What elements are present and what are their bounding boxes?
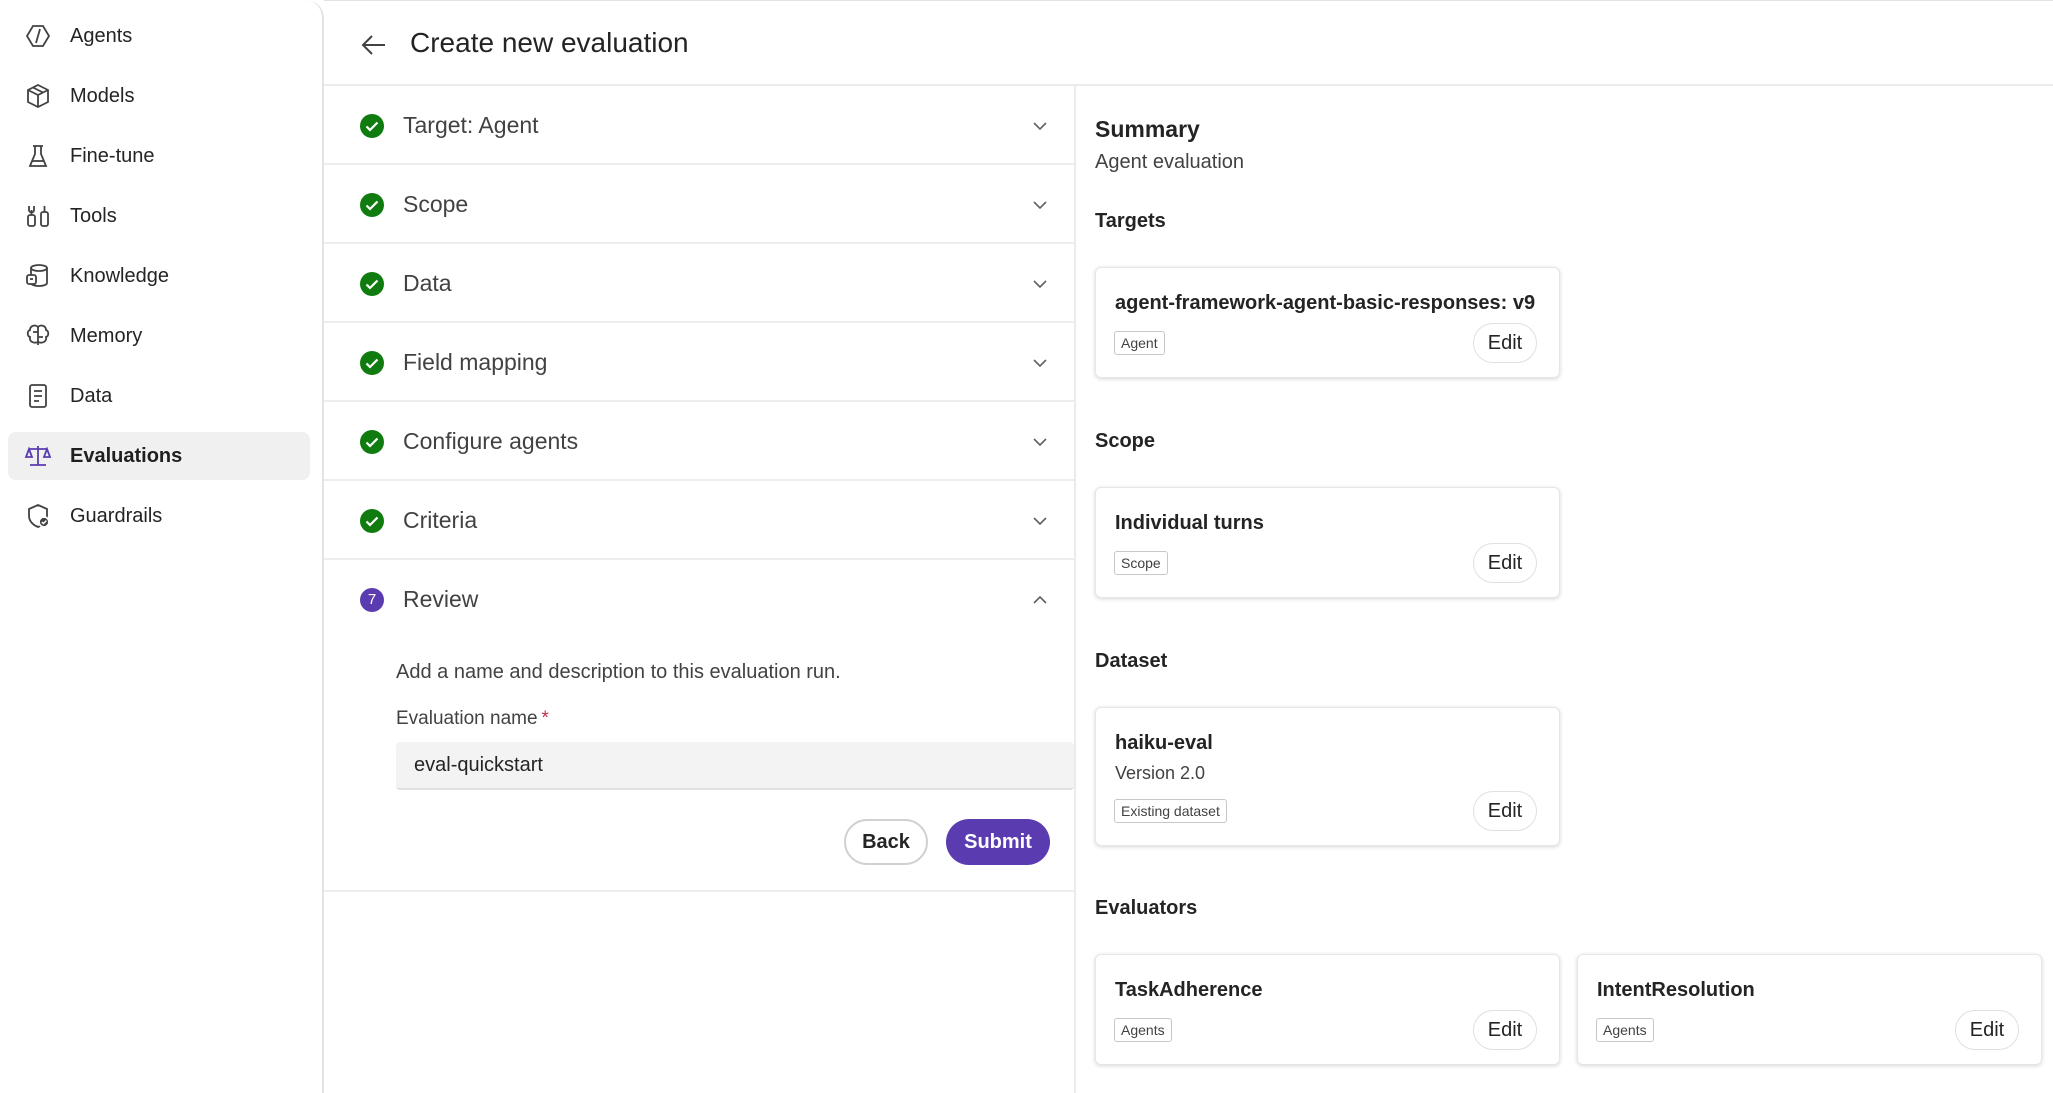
check-circle-icon bbox=[360, 193, 384, 217]
memory-icon bbox=[24, 322, 52, 350]
summary-panel: Summary Agent evaluation Targets agent-f… bbox=[1076, 86, 2053, 1093]
page-header: Create new evaluation bbox=[324, 0, 2053, 86]
check-circle-icon bbox=[360, 272, 384, 296]
back-button[interactable]: Back bbox=[844, 819, 928, 865]
evaluators-heading: Evaluators bbox=[1095, 897, 1198, 919]
chevron-down-icon[interactable] bbox=[1030, 274, 1050, 294]
review-description: Add a name and description to this evalu… bbox=[396, 661, 841, 683]
step-data[interactable]: Data bbox=[324, 244, 1074, 323]
check-circle-icon bbox=[360, 114, 384, 138]
step-label: Scope bbox=[403, 191, 469, 217]
sidebar-item-label: Evaluations bbox=[70, 445, 183, 467]
edit-dataset-button[interactable]: Edit bbox=[1473, 791, 1537, 831]
chevron-down-icon[interactable] bbox=[1030, 116, 1050, 136]
fine-tune-icon bbox=[24, 142, 52, 170]
card-title: agent-framework-agent-basic-responses: v… bbox=[1115, 292, 1536, 314]
back-arrow-icon[interactable] bbox=[358, 29, 390, 61]
sidebar-item-data[interactable]: Data bbox=[8, 372, 310, 420]
field-label-text: Evaluation name bbox=[396, 708, 538, 729]
chevron-down-icon[interactable] bbox=[1030, 511, 1050, 531]
sidebar-item-label: Fine-tune bbox=[70, 145, 155, 167]
sidebar-item-agents[interactable]: Agents bbox=[8, 12, 310, 60]
sidebar-item-label: Memory bbox=[70, 325, 143, 347]
models-icon bbox=[24, 82, 52, 110]
step-number-badge: 7 bbox=[360, 588, 384, 612]
edit-evaluator-button[interactable]: Edit bbox=[1955, 1010, 2019, 1050]
sidebar-item-label: Agents bbox=[70, 25, 133, 47]
summary-title: Summary bbox=[1095, 116, 1200, 142]
evaluation-name-label: Evaluation name * bbox=[396, 705, 549, 733]
target-type-tag: Agent bbox=[1114, 331, 1165, 355]
step-criteria[interactable]: Criteria bbox=[324, 481, 1074, 560]
step-label: Field mapping bbox=[403, 349, 548, 375]
data-icon bbox=[24, 382, 52, 410]
chevron-down-icon[interactable] bbox=[1030, 432, 1050, 452]
edit-evaluator-button[interactable]: Edit bbox=[1473, 1010, 1537, 1050]
evaluator-card: IntentResolution Agents Edit bbox=[1577, 954, 2042, 1065]
scope-card: Individual turns Scope Edit bbox=[1095, 487, 1560, 598]
step-target[interactable]: Target: Agent bbox=[324, 86, 1074, 165]
chevron-up-icon[interactable] bbox=[1030, 590, 1050, 610]
agents-icon bbox=[24, 22, 52, 50]
step-scope[interactable]: Scope bbox=[324, 165, 1074, 244]
dataset-card: haiku-eval Version 2.0 Existing dataset … bbox=[1095, 707, 1560, 846]
card-title: Individual turns bbox=[1115, 512, 1264, 534]
sidebar-item-tools[interactable]: Tools bbox=[8, 192, 310, 240]
evaluator-tag: Agents bbox=[1596, 1018, 1654, 1042]
evaluations-icon bbox=[24, 442, 52, 470]
sidebar-item-models[interactable]: Models bbox=[8, 72, 310, 120]
dataset-heading: Dataset bbox=[1095, 650, 1168, 672]
targets-heading: Targets bbox=[1095, 210, 1166, 232]
target-card: agent-framework-agent-basic-responses: v… bbox=[1095, 267, 1560, 378]
dataset-source-tag: Existing dataset bbox=[1114, 799, 1227, 823]
sidebar-item-knowledge[interactable]: Knowledge bbox=[8, 252, 310, 300]
page-title: Create new evaluation bbox=[410, 27, 689, 58]
sidebar-item-label: Tools bbox=[70, 205, 117, 227]
submit-button[interactable]: Submit bbox=[946, 819, 1050, 865]
summary-subtitle: Agent evaluation bbox=[1095, 151, 1245, 173]
sidebar-item-label: Guardrails bbox=[70, 505, 163, 527]
dataset-version: Version 2.0 bbox=[1115, 763, 1206, 783]
check-circle-icon bbox=[360, 351, 384, 375]
card-title: TaskAdherence bbox=[1115, 979, 1263, 1001]
sidebar-item-label: Models bbox=[70, 85, 135, 107]
evaluation-name-input[interactable] bbox=[396, 742, 1074, 790]
step-label: Target: Agent bbox=[403, 112, 539, 138]
check-circle-icon bbox=[360, 430, 384, 454]
step-configure-agents[interactable]: Configure agents bbox=[324, 402, 1074, 481]
chevron-down-icon[interactable] bbox=[1030, 195, 1050, 215]
required-indicator: * bbox=[541, 708, 549, 729]
scope-heading: Scope bbox=[1095, 430, 1156, 452]
tools-icon bbox=[24, 202, 52, 230]
sidebar-item-guardrails[interactable]: Guardrails bbox=[8, 492, 310, 540]
step-label: Configure agents bbox=[403, 428, 579, 454]
scope-tag: Scope bbox=[1114, 551, 1168, 575]
step-field-mapping[interactable]: Field mapping bbox=[324, 323, 1074, 402]
step-label: Data bbox=[403, 270, 452, 296]
sidebar-item-fine-tune[interactable]: Fine-tune bbox=[8, 132, 310, 180]
knowledge-icon bbox=[24, 262, 52, 290]
sidebar-item-evaluations[interactable]: Evaluations bbox=[8, 432, 310, 480]
step-review[interactable]: 7 Review bbox=[324, 560, 1074, 639]
edit-target-button[interactable]: Edit bbox=[1473, 323, 1537, 363]
sidebar-item-label: Data bbox=[70, 385, 113, 407]
evaluator-tag: Agents bbox=[1114, 1018, 1172, 1042]
sidebar-item-memory[interactable]: Memory bbox=[8, 312, 310, 360]
sidebar: Agents Models Fine-tune Tools Knowledge … bbox=[0, 0, 324, 1093]
review-panel: Add a name and description to this evalu… bbox=[324, 639, 1074, 892]
card-title: haiku-eval bbox=[1115, 732, 1213, 754]
guardrails-icon bbox=[24, 502, 52, 530]
wizard-steps: Target: Agent Scope Data Field mapping C… bbox=[324, 86, 1076, 1093]
step-label: Review bbox=[403, 586, 479, 612]
sidebar-item-label: Knowledge bbox=[70, 265, 169, 287]
step-label: Criteria bbox=[403, 507, 478, 533]
check-circle-icon bbox=[360, 509, 384, 533]
evaluator-card: TaskAdherence Agents Edit bbox=[1095, 954, 1560, 1065]
card-title: IntentResolution bbox=[1597, 979, 1755, 1001]
edit-scope-button[interactable]: Edit bbox=[1473, 543, 1537, 583]
chevron-down-icon[interactable] bbox=[1030, 353, 1050, 373]
